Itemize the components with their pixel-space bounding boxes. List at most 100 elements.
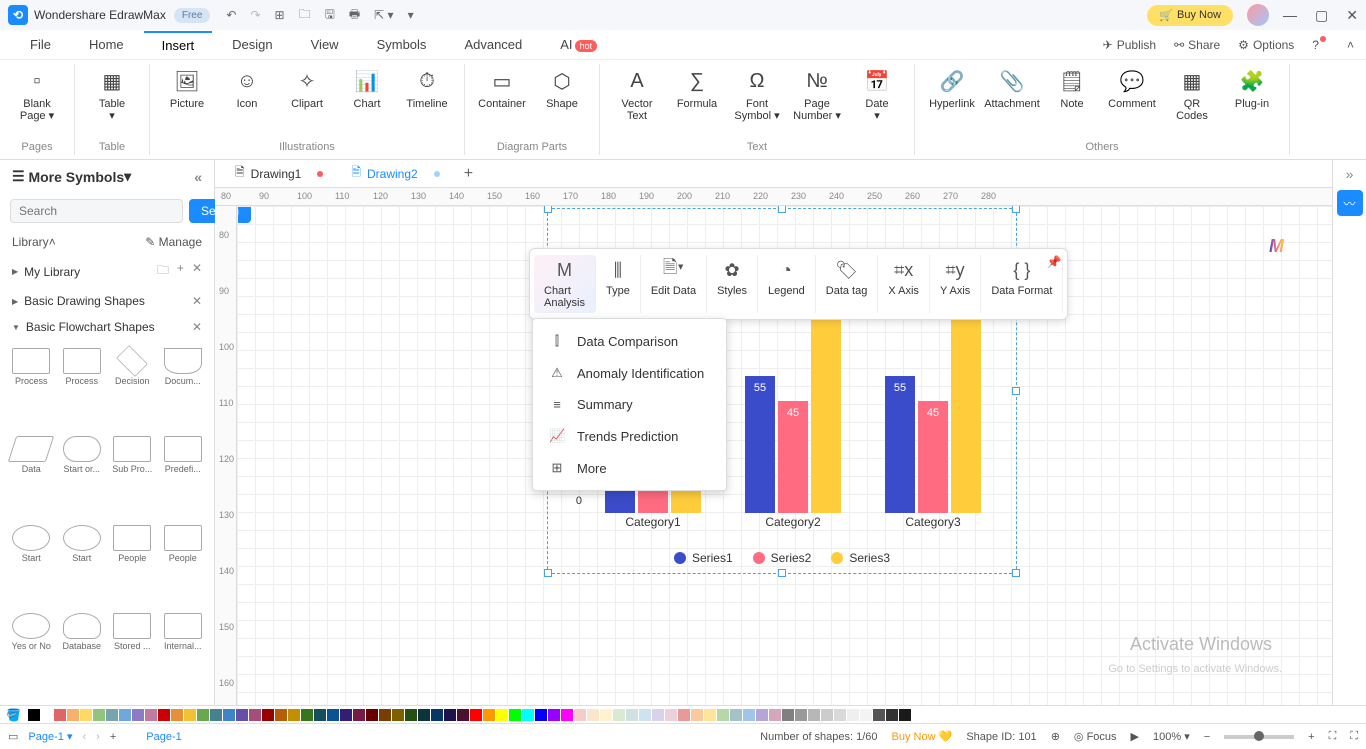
menu-advanced[interactable]: Advanced xyxy=(446,32,540,57)
color-swatch[interactable] xyxy=(132,709,144,721)
ribbon-date-button[interactable]: 📅Date▾ xyxy=(848,64,906,126)
color-swatch[interactable] xyxy=(80,709,92,721)
color-swatch[interactable] xyxy=(171,709,183,721)
menu-home[interactable]: Home xyxy=(71,32,142,57)
color-swatch[interactable] xyxy=(886,709,898,721)
color-swatch[interactable] xyxy=(340,709,352,721)
resize-handle[interactable] xyxy=(778,569,786,577)
color-swatch[interactable] xyxy=(457,709,469,721)
color-swatch[interactable] xyxy=(483,709,495,721)
color-swatch[interactable] xyxy=(574,709,586,721)
maximize-icon[interactable]: ▢ xyxy=(1315,7,1328,24)
chart-toolbar-legend-button[interactable]: ◔Legend xyxy=(758,255,816,313)
color-swatch[interactable] xyxy=(561,709,573,721)
redo-icon[interactable]: ↷ xyxy=(250,8,260,22)
canvas[interactable]: M 020406080100120 554595554595 Category1… xyxy=(237,206,1332,705)
chart-toolbar-x-button[interactable]: ⌗xX Axis xyxy=(878,255,930,313)
expand-right-panel-icon[interactable]: » xyxy=(1346,166,1354,182)
color-swatch[interactable] xyxy=(314,709,326,721)
color-swatch[interactable] xyxy=(262,709,274,721)
shape-stencil[interactable]: Database xyxy=(59,613,106,697)
close-icon[interactable]: ✕ xyxy=(1346,7,1358,24)
close-cat-icon[interactable]: ✕ xyxy=(192,261,202,282)
ribbon-page-button[interactable]: №PageNumber ▾ xyxy=(788,64,846,126)
ribbon-note-button[interactable]: 🗒Note xyxy=(1043,64,1101,114)
menu-item-summary[interactable]: ≡Summary xyxy=(533,389,726,420)
chart-toolbar-chart-button[interactable]: MChartAnalysis xyxy=(534,255,596,313)
color-swatch[interactable] xyxy=(353,709,365,721)
ribbon-comment-button[interactable]: 💬Comment xyxy=(1103,64,1161,114)
new-icon[interactable]: ⊞ xyxy=(275,8,285,22)
chart-toolbar-data-button[interactable]: 🏷Data tag xyxy=(816,255,879,313)
color-swatch[interactable] xyxy=(522,709,534,721)
color-swatch[interactable] xyxy=(496,709,508,721)
add-icon[interactable]: + xyxy=(177,261,184,282)
color-swatch[interactable] xyxy=(548,709,560,721)
ribbon-table-button[interactable]: ▦Table▾ xyxy=(83,64,141,126)
bar[interactable]: 45 xyxy=(918,401,948,513)
color-swatch[interactable] xyxy=(366,709,378,721)
color-swatch[interactable] xyxy=(392,709,404,721)
menu-view[interactable]: View xyxy=(293,32,357,57)
menu-symbols[interactable]: Symbols xyxy=(359,32,445,57)
avatar[interactable] xyxy=(1247,4,1269,26)
color-swatch[interactable] xyxy=(301,709,313,721)
ribbon-icon-button[interactable]: ☺Icon xyxy=(218,64,276,114)
color-swatch[interactable] xyxy=(626,709,638,721)
ribbon-vector-button[interactable]: AVectorText xyxy=(608,64,666,126)
color-swatch[interactable] xyxy=(899,709,911,721)
legend-item[interactable]: Series3 xyxy=(831,551,890,565)
pin-icon[interactable]: 📌 xyxy=(1047,255,1062,269)
search-input[interactable] xyxy=(10,199,183,223)
color-swatch[interactable] xyxy=(847,709,859,721)
color-swatch[interactable] xyxy=(717,709,729,721)
new-folder-icon[interactable]: 🗀 xyxy=(157,261,169,282)
color-swatch[interactable] xyxy=(106,709,118,721)
shape-stencil[interactable]: Decision xyxy=(109,348,156,432)
color-swatch[interactable] xyxy=(665,709,677,721)
color-swatch[interactable] xyxy=(28,709,40,721)
chart-toolbar-type-button[interactable]: ⫼Type xyxy=(596,255,641,313)
color-swatch[interactable] xyxy=(236,709,248,721)
color-swatch[interactable] xyxy=(782,709,794,721)
color-swatch[interactable] xyxy=(756,709,768,721)
menu-insert[interactable]: Insert xyxy=(144,31,213,58)
color-swatch[interactable] xyxy=(418,709,430,721)
shape-stencil[interactable]: Docum... xyxy=(160,348,207,432)
color-swatch[interactable] xyxy=(223,709,235,721)
color-swatch[interactable] xyxy=(379,709,391,721)
chart-toolbar-edit-button[interactable]: 🗎▾Edit Data xyxy=(641,255,707,313)
ribbon-container-button[interactable]: ▭Container xyxy=(473,64,531,114)
shape-stencil[interactable]: Internal... xyxy=(160,613,207,697)
undo-icon[interactable]: ↶ xyxy=(226,8,236,22)
color-swatch[interactable] xyxy=(119,709,131,721)
publish-button[interactable]: ✈ Publish xyxy=(1103,38,1156,52)
shape-stencil[interactable]: Start xyxy=(8,525,55,609)
manage-button[interactable]: ✎ Manage xyxy=(145,235,202,249)
color-swatch[interactable] xyxy=(652,709,664,721)
color-swatch[interactable] xyxy=(444,709,456,721)
menu-item-more[interactable]: ⊞More xyxy=(533,452,726,484)
sidebar-cat-basic-drawing[interactable]: Basic Drawing Shapes ✕ xyxy=(0,288,214,314)
ribbon-plug-in-button[interactable]: 🧩Plug-in xyxy=(1223,64,1281,114)
bar[interactable]: 45 xyxy=(778,401,808,513)
menu-item-data-comparison[interactable]: ⫿Data Comparison xyxy=(533,325,726,357)
legend-item[interactable]: Series1 xyxy=(674,551,733,565)
close-cat-icon[interactable]: ✕ xyxy=(192,320,202,334)
bar[interactable]: 55 xyxy=(745,376,775,513)
color-swatch[interactable] xyxy=(808,709,820,721)
color-swatch[interactable] xyxy=(535,709,547,721)
color-swatch[interactable] xyxy=(197,709,209,721)
ribbon-timeline-button[interactable]: ⏱Timeline xyxy=(398,64,456,114)
menu-ai[interactable]: AIhot xyxy=(542,32,615,57)
legend-item[interactable]: Series2 xyxy=(753,551,812,565)
tab-drawing2[interactable]: 🗎 Drawing2 xyxy=(337,159,453,188)
shape-stencil[interactable]: People xyxy=(160,525,207,609)
ribbon-chart-button[interactable]: 📊Chart xyxy=(338,64,396,114)
minimize-icon[interactable]: — xyxy=(1283,7,1297,24)
shape-stencil[interactable]: Stored ... xyxy=(109,613,156,697)
color-swatch[interactable] xyxy=(834,709,846,721)
options-button[interactable]: ⚙ Options xyxy=(1238,38,1294,52)
collapse-sidebar-icon[interactable]: « xyxy=(194,169,202,185)
chart-toolbar-styles-button[interactable]: ✿Styles xyxy=(707,255,758,313)
